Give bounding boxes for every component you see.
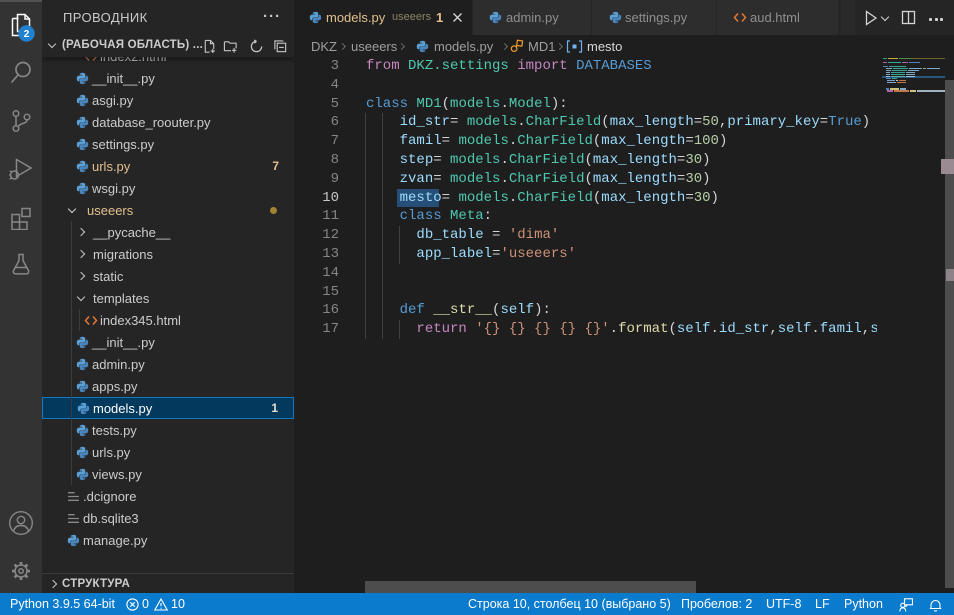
svg-text:2: 2 — [24, 29, 30, 40]
